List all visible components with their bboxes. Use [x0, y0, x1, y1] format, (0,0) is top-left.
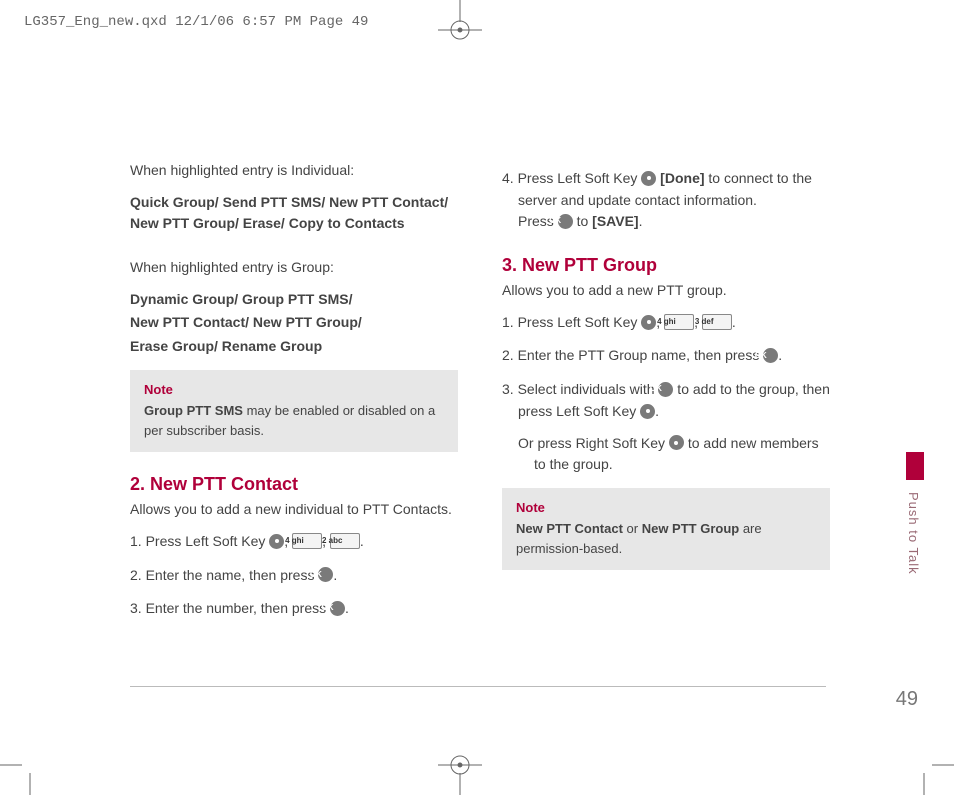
sec2-step2: 2. Enter the name, then press OK. — [130, 565, 458, 587]
t: . — [639, 213, 643, 229]
t: 2. Enter the PTT Group name, then press — [502, 347, 763, 363]
step4: 4. Press Left Soft Key [Done] to connect… — [502, 168, 830, 233]
para-individual-options: Quick Group/ Send PTT SMS/ New PTT Conta… — [130, 192, 458, 235]
t: 2. Enter the name, then press — [130, 567, 318, 583]
side-tab: Push to Talk — [906, 452, 924, 612]
softkey-icon — [640, 404, 655, 419]
ok-icon: OK — [658, 382, 673, 397]
note-box-group-sms: Note Group PTT SMS may be enabled or dis… — [130, 370, 458, 453]
t: 3. Select individuals with — [502, 381, 658, 397]
t: 1. Press Left Soft Key — [502, 314, 641, 330]
ok-icon: OK — [558, 214, 573, 229]
heading-new-ptt-contact: 2. New PTT Contact — [130, 474, 458, 495]
right-column: 4. Press Left Soft Key [Done] to connect… — [502, 160, 830, 632]
note-title: Note — [144, 380, 444, 400]
note-bold: Group PTT SMS — [144, 403, 243, 418]
ok-icon: OK — [318, 567, 333, 582]
t: [Done] — [656, 170, 704, 186]
sec2-step3: 3. Enter the number, then press OK. — [130, 598, 458, 620]
sec3-step2: 2. Enter the PTT Group name, then press … — [502, 345, 830, 367]
para-group-opt-2: New PTT Contact/ New PTT Group/ — [130, 312, 458, 334]
crop-mark-bl — [0, 735, 60, 795]
ok-icon: OK — [763, 348, 778, 363]
t: 3. Enter the number, then press — [130, 600, 330, 616]
para-group-intro: When highlighted entry is Group: — [130, 257, 458, 279]
t: . — [778, 347, 782, 363]
crop-mark-br — [894, 735, 954, 795]
t: . — [345, 600, 349, 616]
t: to — [573, 213, 592, 229]
softkey-icon — [269, 534, 284, 549]
note-box-permission: Note New PTT Contact or New PTT Group ar… — [502, 488, 830, 571]
sec2-step1: 1. Press Left Soft Key , 4 ghi, 2 abc. — [130, 531, 458, 553]
softkey-icon — [641, 171, 656, 186]
t: . — [732, 314, 736, 330]
softkey-icon — [641, 315, 656, 330]
t: 1. Press Left Soft Key — [130, 533, 269, 549]
sec3-subtitle: Allows you to add a new PTT group. — [502, 280, 830, 302]
crop-mark-top — [430, 0, 490, 60]
page-number: 49 — [896, 688, 918, 711]
crop-mark-bottom — [430, 735, 490, 795]
ok-icon: OK — [330, 601, 345, 616]
t: . — [655, 403, 659, 419]
key-4ghi-icon: 4 ghi — [664, 314, 694, 330]
t: 4. Press Left Soft Key — [502, 170, 641, 186]
sec2-subtitle: Allows you to add a new individual to PT… — [130, 499, 458, 521]
key-3def-icon: 3 def — [702, 314, 732, 330]
note-b2: New PTT Group — [642, 521, 740, 536]
heading-new-ptt-group: 3. New PTT Group — [502, 255, 830, 276]
key-2abc-icon: 2 abc — [330, 533, 360, 549]
prepress-header: LG357_Eng_new.qxd 12/1/06 6:57 PM Page 4… — [24, 14, 368, 30]
footer-rule — [130, 686, 826, 687]
t: Or press Right Soft Key — [518, 435, 669, 451]
sec3-step3: 3. Select individuals with OK to add to … — [502, 379, 830, 476]
note-b1: New PTT Contact — [516, 521, 623, 536]
side-tab-label: Push to Talk — [906, 492, 921, 575]
softkey-icon — [669, 435, 684, 450]
para-individual-intro: When highlighted entry is Individual: — [130, 160, 458, 182]
note-title: Note — [516, 498, 816, 518]
key-4ghi-icon: 4 ghi — [292, 533, 322, 549]
side-tab-block — [906, 452, 924, 480]
left-column: When highlighted entry is Individual: Qu… — [130, 160, 458, 632]
sec3-step1: 1. Press Left Soft Key , 4 ghi, 3 def. — [502, 312, 830, 334]
t: . — [360, 533, 364, 549]
t: [SAVE] — [592, 213, 638, 229]
para-group-opt-3: Erase Group/ Rename Group — [130, 336, 458, 358]
note-mid: or — [623, 521, 642, 536]
t: . — [333, 567, 337, 583]
para-group-opt-1: Dynamic Group/ Group PTT SMS/ — [130, 289, 458, 311]
